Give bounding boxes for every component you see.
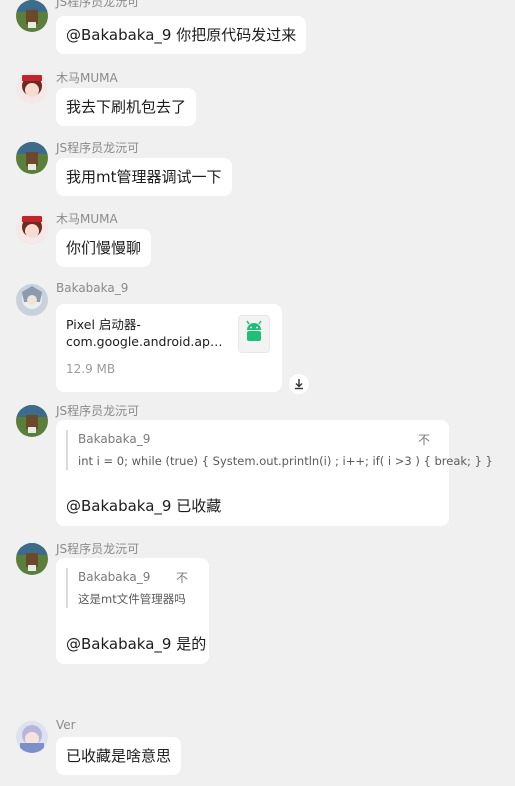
quoted-message[interactable]: Bakabaka_9 这是mt文件管理器吗 不 — [66, 568, 198, 608]
sender-name: JS程序员龙沅可 — [56, 0, 140, 9]
avatar[interactable] — [16, 0, 48, 32]
message-bubble[interactable]: 已收藏是啥意思 — [56, 737, 182, 775]
file-name: Pixel 启动器- com.google.android.apps.nexus… — [66, 317, 228, 349]
message-bubble[interactable]: @Bakabaka_9 你把原代码发过来 — [56, 16, 307, 54]
sender-name: JS程序员龙沅可 — [56, 141, 140, 155]
sender-name: Ver — [56, 718, 76, 732]
avatar[interactable] — [16, 72, 48, 104]
chat-message-list: JS程序员龙沅可 @Bakabaka_9 你把原代码发过来 木马MUMA 我去下… — [0, 0, 515, 786]
quote-flag: 不 — [418, 433, 431, 447]
download-icon[interactable] — [289, 374, 309, 394]
sender-name: JS程序员龙沅可 — [56, 404, 140, 418]
android-icon — [238, 315, 270, 353]
message-bubble[interactable]: 我去下刷机包去了 — [56, 88, 197, 126]
avatar[interactable] — [16, 405, 48, 437]
sender-name: Bakabaka_9 — [56, 281, 129, 295]
reply-text: @Bakabaka_9 已收藏 — [66, 497, 222, 515]
reply-bubble[interactable]: Bakabaka_9 int i = 0; while (true) { Sys… — [56, 420, 493, 526]
quoted-message[interactable]: Bakabaka_9 int i = 0; while (true) { Sys… — [66, 430, 493, 470]
sender-name: JS程序员龙沅可 — [56, 542, 140, 556]
quoted-sender: Bakabaka_9 — [78, 432, 151, 446]
file-card[interactable]: Pixel 启动器- com.google.android.apps.nexus… — [56, 304, 282, 392]
file-size: 12.9 MB — [66, 362, 116, 376]
avatar[interactable] — [16, 213, 48, 245]
quote-flag: 不 — [176, 571, 189, 585]
quoted-text: int i = 0; while (true) { System.out.pri… — [78, 454, 493, 468]
reply-bubble[interactable]: Bakabaka_9 这是mt文件管理器吗 不 @Bakabaka_9 是的 — [56, 558, 209, 664]
sender-name: 木马MUMA — [56, 212, 118, 226]
avatar[interactable] — [16, 284, 48, 316]
avatar[interactable] — [16, 543, 48, 575]
reply-text: @Bakabaka_9 是的 — [66, 635, 207, 653]
message-bubble[interactable]: 我用mt管理器调试一下 — [56, 158, 232, 196]
avatar[interactable] — [16, 721, 48, 753]
sender-name: 木马MUMA — [56, 71, 118, 85]
avatar[interactable] — [16, 142, 48, 174]
quoted-text: 这是mt文件管理器吗 — [78, 592, 186, 606]
message-bubble[interactable]: 你们慢慢聊 — [56, 229, 152, 267]
